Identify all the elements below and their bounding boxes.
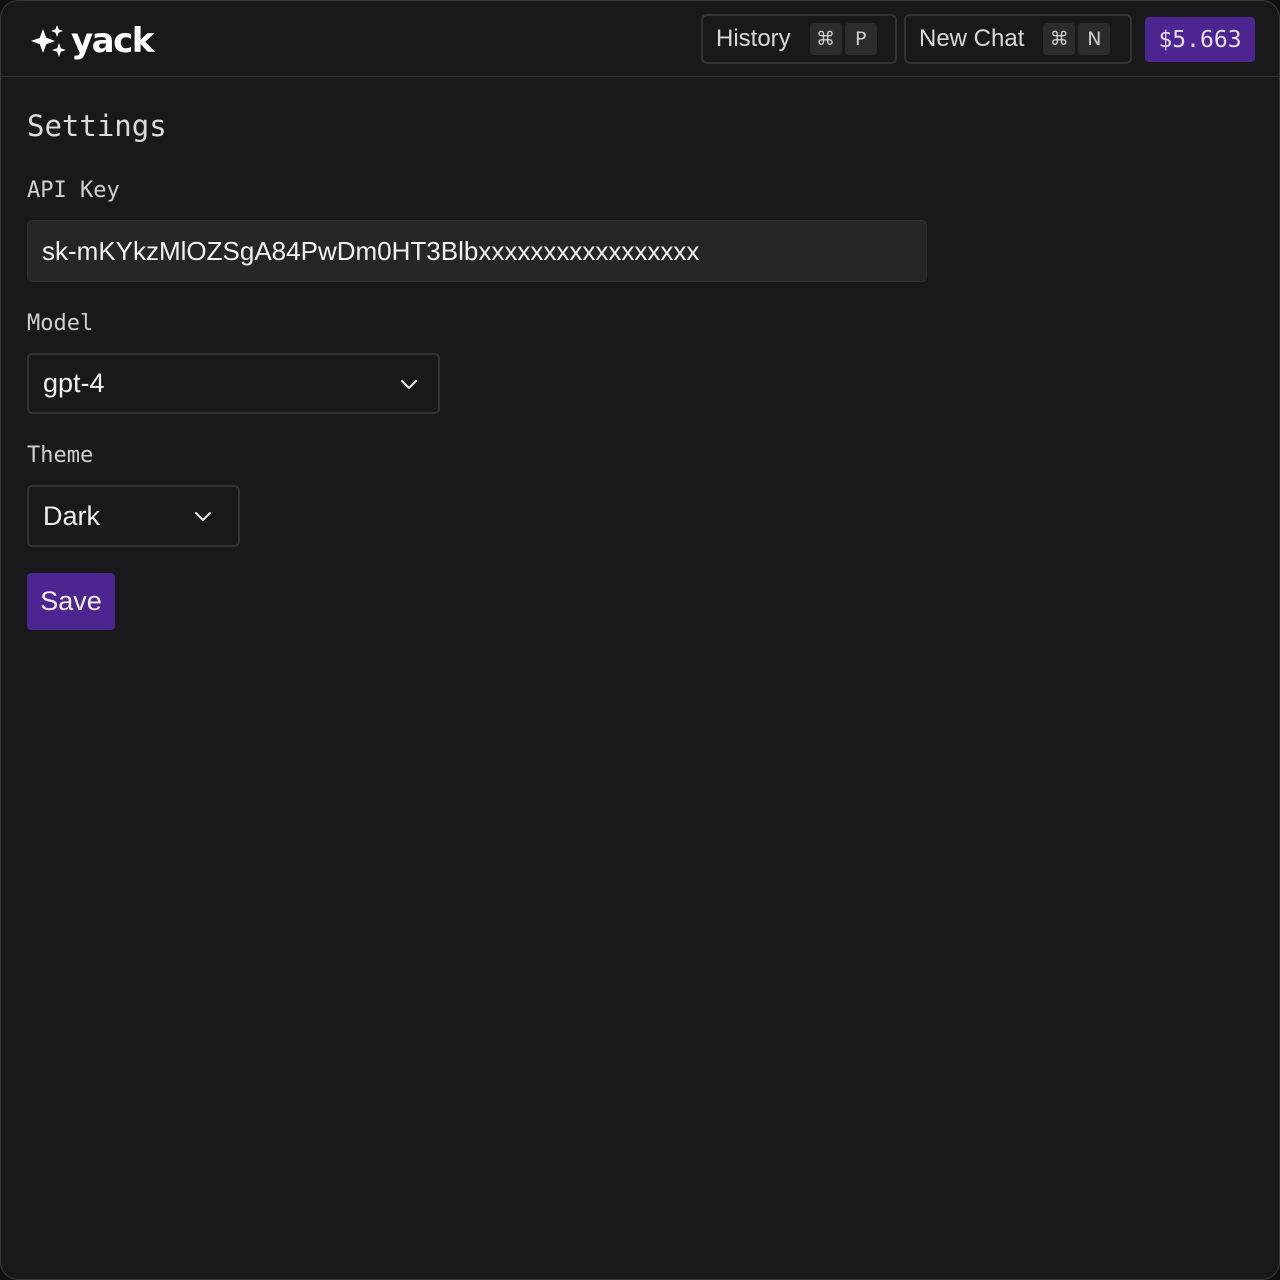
chevron-down-icon — [400, 378, 418, 396]
new-chat-button[interactable]: New Chat ⌘ N — [904, 14, 1132, 64]
history-button[interactable]: History ⌘ P — [701, 14, 897, 64]
shortcut-key: N — [1078, 23, 1111, 55]
app-logo[interactable]: yack — [29, 19, 154, 63]
model-selected-value: gpt-4 — [43, 368, 105, 398]
new-chat-shortcut: ⌘ N — [1040, 23, 1111, 55]
top-bar: yack History ⌘ P New Chat ⌘ N $5.663 — [1, 1, 1279, 77]
chevron-down-icon — [194, 510, 212, 528]
page-title: Settings — [27, 109, 167, 143]
theme-select[interactable]: Dark — [27, 485, 240, 547]
save-button[interactable]: Save — [27, 573, 115, 630]
command-key-icon: ⌘ — [809, 23, 842, 55]
theme-selected-value: Dark — [43, 500, 101, 531]
new-chat-label: New Chat — [919, 25, 1025, 52]
api-key-label: API Key — [27, 178, 120, 203]
history-label: History — [716, 25, 791, 52]
theme-label: Theme — [27, 443, 94, 468]
sparkles-icon — [29, 24, 67, 58]
api-key-input[interactable] — [27, 220, 927, 282]
history-shortcut: ⌘ P — [807, 23, 877, 55]
model-label: Model — [27, 311, 94, 336]
cost-badge[interactable]: $5.663 — [1145, 17, 1255, 62]
app-window: yack History ⌘ P New Chat ⌘ N $5.663 Set… — [0, 0, 1280, 1280]
app-name: yack — [71, 21, 154, 61]
shortcut-key: P — [844, 23, 877, 55]
model-select[interactable]: gpt-4 — [27, 353, 440, 414]
command-key-icon: ⌘ — [1043, 23, 1076, 55]
